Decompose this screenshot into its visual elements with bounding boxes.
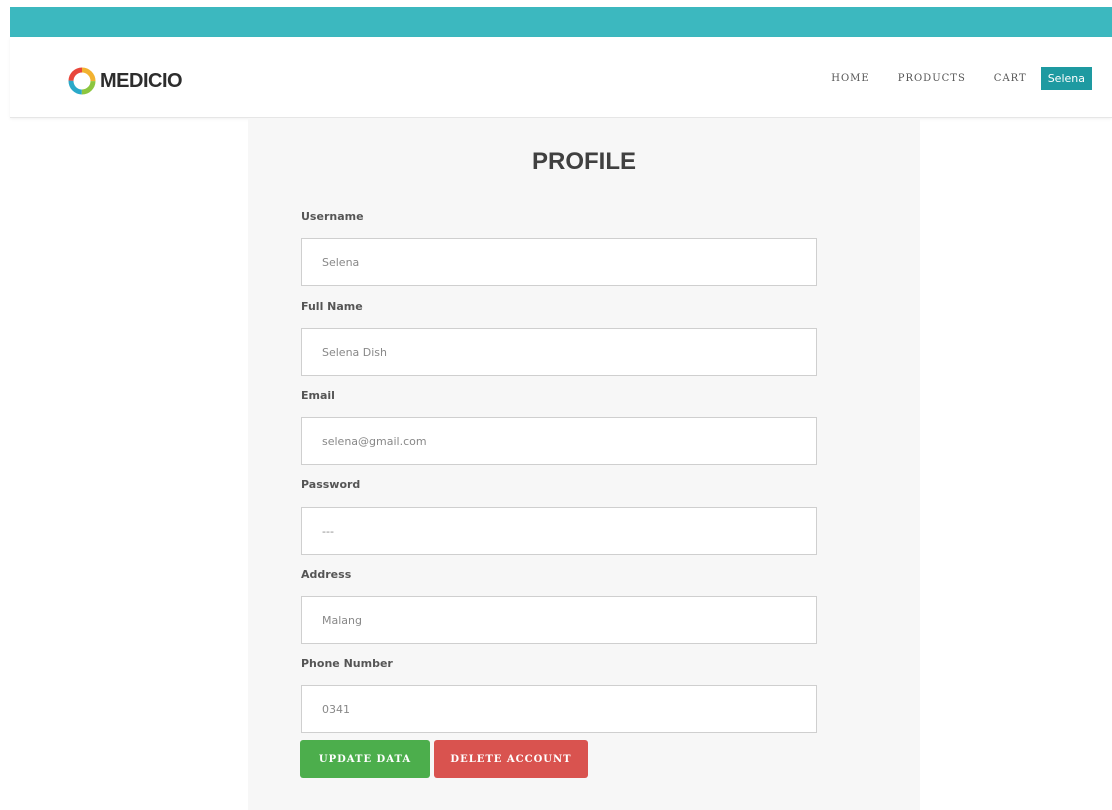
- nav-cart[interactable]: CART: [994, 73, 1027, 84]
- email-input[interactable]: [301, 417, 817, 465]
- password-label: Password: [301, 478, 361, 491]
- full-name-input[interactable]: [301, 328, 817, 376]
- phone-number-label: Phone Number: [301, 657, 393, 670]
- nav-home[interactable]: HOME: [831, 73, 869, 84]
- nav-user-button[interactable]: Selena: [1040, 67, 1092, 90]
- email-label: Email: [301, 389, 335, 402]
- top-bar: [10, 7, 1112, 37]
- site-logo[interactable]: MEDICIO: [67, 66, 183, 96]
- full-name-label: Full Name: [301, 300, 363, 313]
- password-input[interactable]: [301, 507, 817, 555]
- logo-text: MEDICIO: [100, 69, 183, 92]
- site-header: MEDICIO HOME PRODUCTS CART Selena: [10, 37, 1112, 118]
- phone-number-input[interactable]: [301, 685, 817, 733]
- username-label: Username: [301, 210, 364, 223]
- update-data-button[interactable]: UPDATE DATA: [300, 740, 430, 778]
- address-label: Address: [301, 568, 352, 581]
- nav-products[interactable]: PRODUCTS: [898, 73, 966, 84]
- address-input[interactable]: [301, 596, 817, 644]
- delete-account-button[interactable]: DELETE ACCOUNT: [434, 740, 588, 778]
- username-input[interactable]: [301, 238, 817, 286]
- profile-card: PROFILE Username Full Name Email Passwor…: [248, 118, 920, 810]
- page-title: PROFILE: [531, 148, 636, 175]
- page: MEDICIO HOME PRODUCTS CART Selena PROFIL…: [0, 0, 1112, 810]
- ring-logo-icon: [68, 67, 96, 95]
- main-nav: HOME PRODUCTS CART Selena: [831, 67, 1092, 90]
